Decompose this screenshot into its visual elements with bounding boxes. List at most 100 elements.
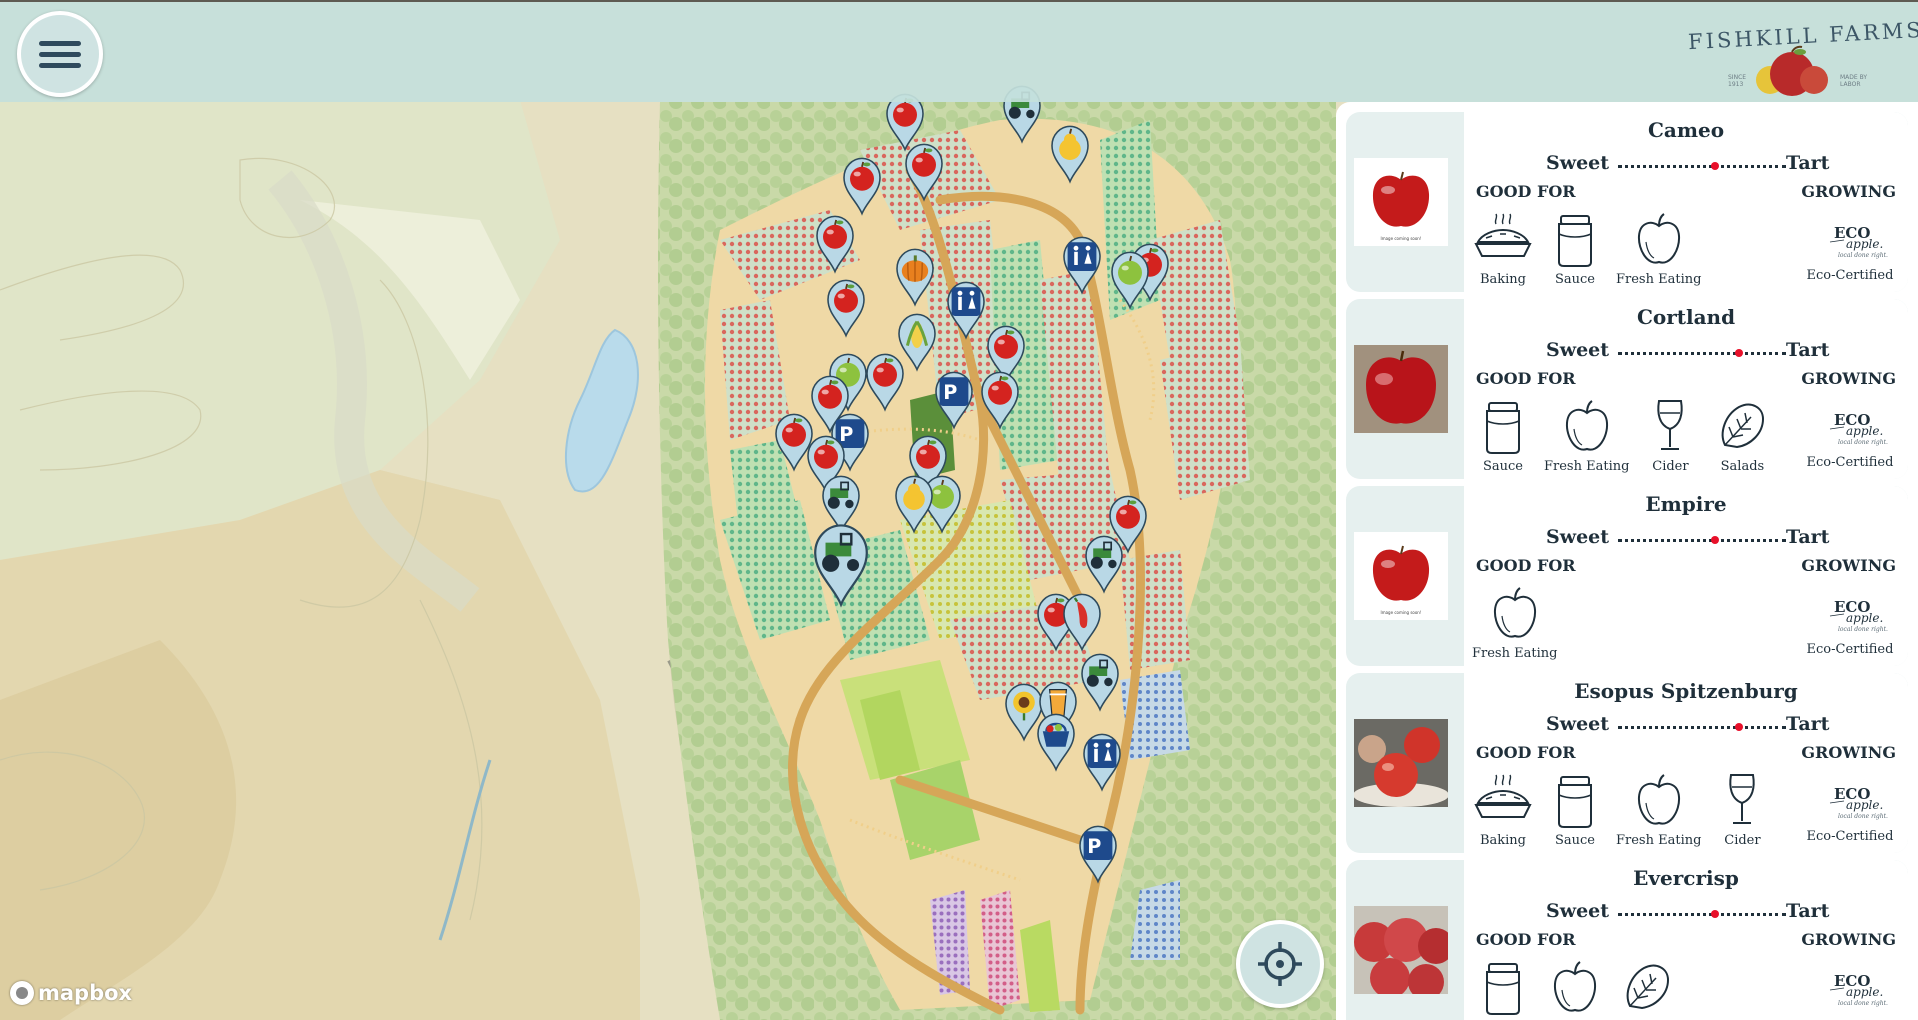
svg-text:apple.: apple. <box>1846 611 1883 625</box>
eco-apple-icon: ECO apple. local done right. <box>1800 212 1900 268</box>
sweet-label: Sweet <box>1546 713 1610 735</box>
map-pin-pear-icon[interactable] <box>892 474 936 534</box>
map-pin-pumpkin-icon[interactable] <box>893 247 937 307</box>
eco-apple-icon: ECO apple. local done right. <box>1800 399 1900 455</box>
uses-list: Sauce Fresh Eating Cider Salads <box>1472 399 1783 479</box>
variety-card[interactable]: Image coming soon! Empire Sweet Tart GOOD FO… <box>1346 486 1908 666</box>
use-label: Cider <box>1724 833 1761 848</box>
map-pin-parking-icon[interactable]: P <box>1076 824 1120 884</box>
map-pin-apple-icon[interactable] <box>824 278 868 338</box>
use-label: Baking <box>1479 833 1527 848</box>
use-item: Sauce <box>1544 212 1606 292</box>
crosshair-icon <box>1258 942 1302 986</box>
variety-card[interactable]: Evercrisp Sweet Tart GOOD FOR GROWING ECO appl… <box>1346 860 1908 1020</box>
svg-text:local done right.: local done right. <box>1838 439 1888 446</box>
use-label: Fresh Eating <box>1616 272 1702 287</box>
svg-text:apple.: apple. <box>1846 985 1883 999</box>
variety-details: Empire Sweet Tart GOOD FOR GROWING Fresh Eati… <box>1464 486 1908 666</box>
map-pin-pepper-icon[interactable] <box>1060 592 1104 652</box>
tart-label: Tart <box>1786 152 1830 174</box>
map-pin-tractor-icon[interactable] <box>1082 534 1126 594</box>
map-pin-tractor-icon[interactable] <box>1078 652 1122 712</box>
good-for-heading: GOOD FOR <box>1476 182 1576 201</box>
eco-apple-icon: ECO apple. local done right. <box>1800 586 1900 642</box>
growing-heading: GROWING <box>1801 930 1896 949</box>
tart-label: Tart <box>1786 713 1830 735</box>
svg-text:apple.: apple. <box>1846 798 1883 812</box>
map-pin-pear-icon[interactable] <box>1048 124 1092 184</box>
svg-text:P: P <box>943 381 957 404</box>
apple-photo <box>1354 906 1448 994</box>
map-pin-restroom-icon[interactable] <box>1060 235 1104 295</box>
hamburger-menu-button[interactable] <box>17 11 103 97</box>
sweet-tart-marker <box>1711 536 1719 544</box>
use-label: Fresh Eating <box>1616 833 1702 848</box>
use-label: Baking <box>1479 272 1527 287</box>
locate-me-button[interactable] <box>1236 920 1324 1008</box>
wine-glass-icon <box>1711 773 1773 833</box>
use-label: Cider <box>1652 459 1689 474</box>
variety-card[interactable]: Image coming soon! Cameo Sweet Tart GOOD FOR… <box>1346 112 1908 292</box>
use-label: Sauce <box>1554 833 1595 848</box>
svg-text:local done right.: local done right. <box>1838 813 1888 820</box>
map-pin-restroom-icon[interactable] <box>944 280 988 340</box>
lettuce-icon <box>1616 960 1678 1020</box>
variety-name: Esopus Spitzenburg <box>1574 679 1798 703</box>
map-pin-apple-icon[interactable] <box>978 370 1022 430</box>
map-pin-tractor-icon[interactable] <box>819 474 863 534</box>
map-pin-apple-icon[interactable] <box>813 214 857 274</box>
map-pin-restroom-icon[interactable] <box>1080 732 1124 792</box>
apple-outline-icon <box>1628 212 1690 272</box>
use-item: Baking <box>1472 773 1534 853</box>
map-pin-apple-green-icon[interactable] <box>1108 250 1152 310</box>
good-for-heading: GOOD FOR <box>1476 743 1576 762</box>
variety-name: Empire <box>1645 492 1727 516</box>
svg-text:P: P <box>1087 835 1101 858</box>
svg-text:apple.: apple. <box>1846 237 1883 251</box>
growing-method: ECO apple. local done right. <box>1800 960 1900 1016</box>
jar-icon <box>1544 212 1606 272</box>
variety-list-panel[interactable]: Image coming soon! Cameo Sweet Tart GOOD FOR… <box>1336 102 1918 1020</box>
scale-track <box>1618 539 1786 542</box>
sweet-label: Sweet <box>1546 900 1610 922</box>
map-pin-basket-icon[interactable] <box>1034 712 1078 772</box>
sweet-tart-scale: Sweet Tart <box>1546 526 1846 550</box>
sweet-tart-scale: Sweet Tart <box>1546 152 1846 176</box>
pie-icon <box>1472 212 1534 272</box>
growing-heading: GROWING <box>1801 369 1896 388</box>
growing-heading: GROWING <box>1801 556 1896 575</box>
sweet-tart-marker <box>1735 349 1743 357</box>
variety-details: Cortland Sweet Tart GOOD FOR GROWING Sauce Fre… <box>1464 299 1908 479</box>
mapbox-attribution[interactable]: mapbox <box>10 981 132 1005</box>
svg-text:local done right.: local done right. <box>1838 252 1888 259</box>
fishkill-farms-logo[interactable]: FISHKILL FARMS SINCE 1913 MADE BY LABOR <box>1688 18 1918 100</box>
svg-text:Image coming soon!: Image coming soon! <box>1381 610 1422 615</box>
growing-method: ECO apple. local done right. Eco-Certified <box>1800 212 1900 283</box>
use-label: Sauce <box>1482 459 1523 474</box>
variety-name: Evercrisp <box>1633 866 1739 890</box>
map-pin-apple-icon[interactable] <box>902 142 946 202</box>
apple-photo: Image coming soon! <box>1354 158 1448 246</box>
sweet-tart-marker <box>1735 723 1743 731</box>
tart-label: Tart <box>1786 900 1830 922</box>
variety-card[interactable]: Esopus Spitzenburg Sweet Tart GOOD FOR GROWI… <box>1346 673 1908 853</box>
growing-heading: GROWING <box>1801 743 1896 762</box>
sweet-tart-scale: Sweet Tart <box>1546 339 1846 363</box>
uses-list: Fresh Eating <box>1472 586 1567 666</box>
variety-name: Cameo <box>1647 118 1725 142</box>
sweet-tart-marker <box>1711 162 1719 170</box>
scale-track <box>1618 726 1786 729</box>
uses-list <box>1472 960 1688 1020</box>
map-pin-apple-icon[interactable] <box>840 156 884 216</box>
variety-name: Cortland <box>1636 305 1736 329</box>
uses-list: Baking Sauce Fresh Eating <box>1472 212 1711 292</box>
variety-card[interactable]: Cortland Sweet Tart GOOD FOR GROWING Sauce Fre… <box>1346 299 1908 479</box>
map-pin-parking-icon[interactable]: P <box>932 370 976 430</box>
use-item: Cider <box>1711 773 1773 853</box>
use-item: Sauce <box>1544 773 1606 853</box>
tart-label: Tart <box>1786 526 1830 548</box>
jar-icon <box>1472 960 1534 1020</box>
menu-icon <box>39 35 81 74</box>
pie-icon <box>1472 773 1534 833</box>
svg-text:apple.: apple. <box>1846 424 1883 438</box>
